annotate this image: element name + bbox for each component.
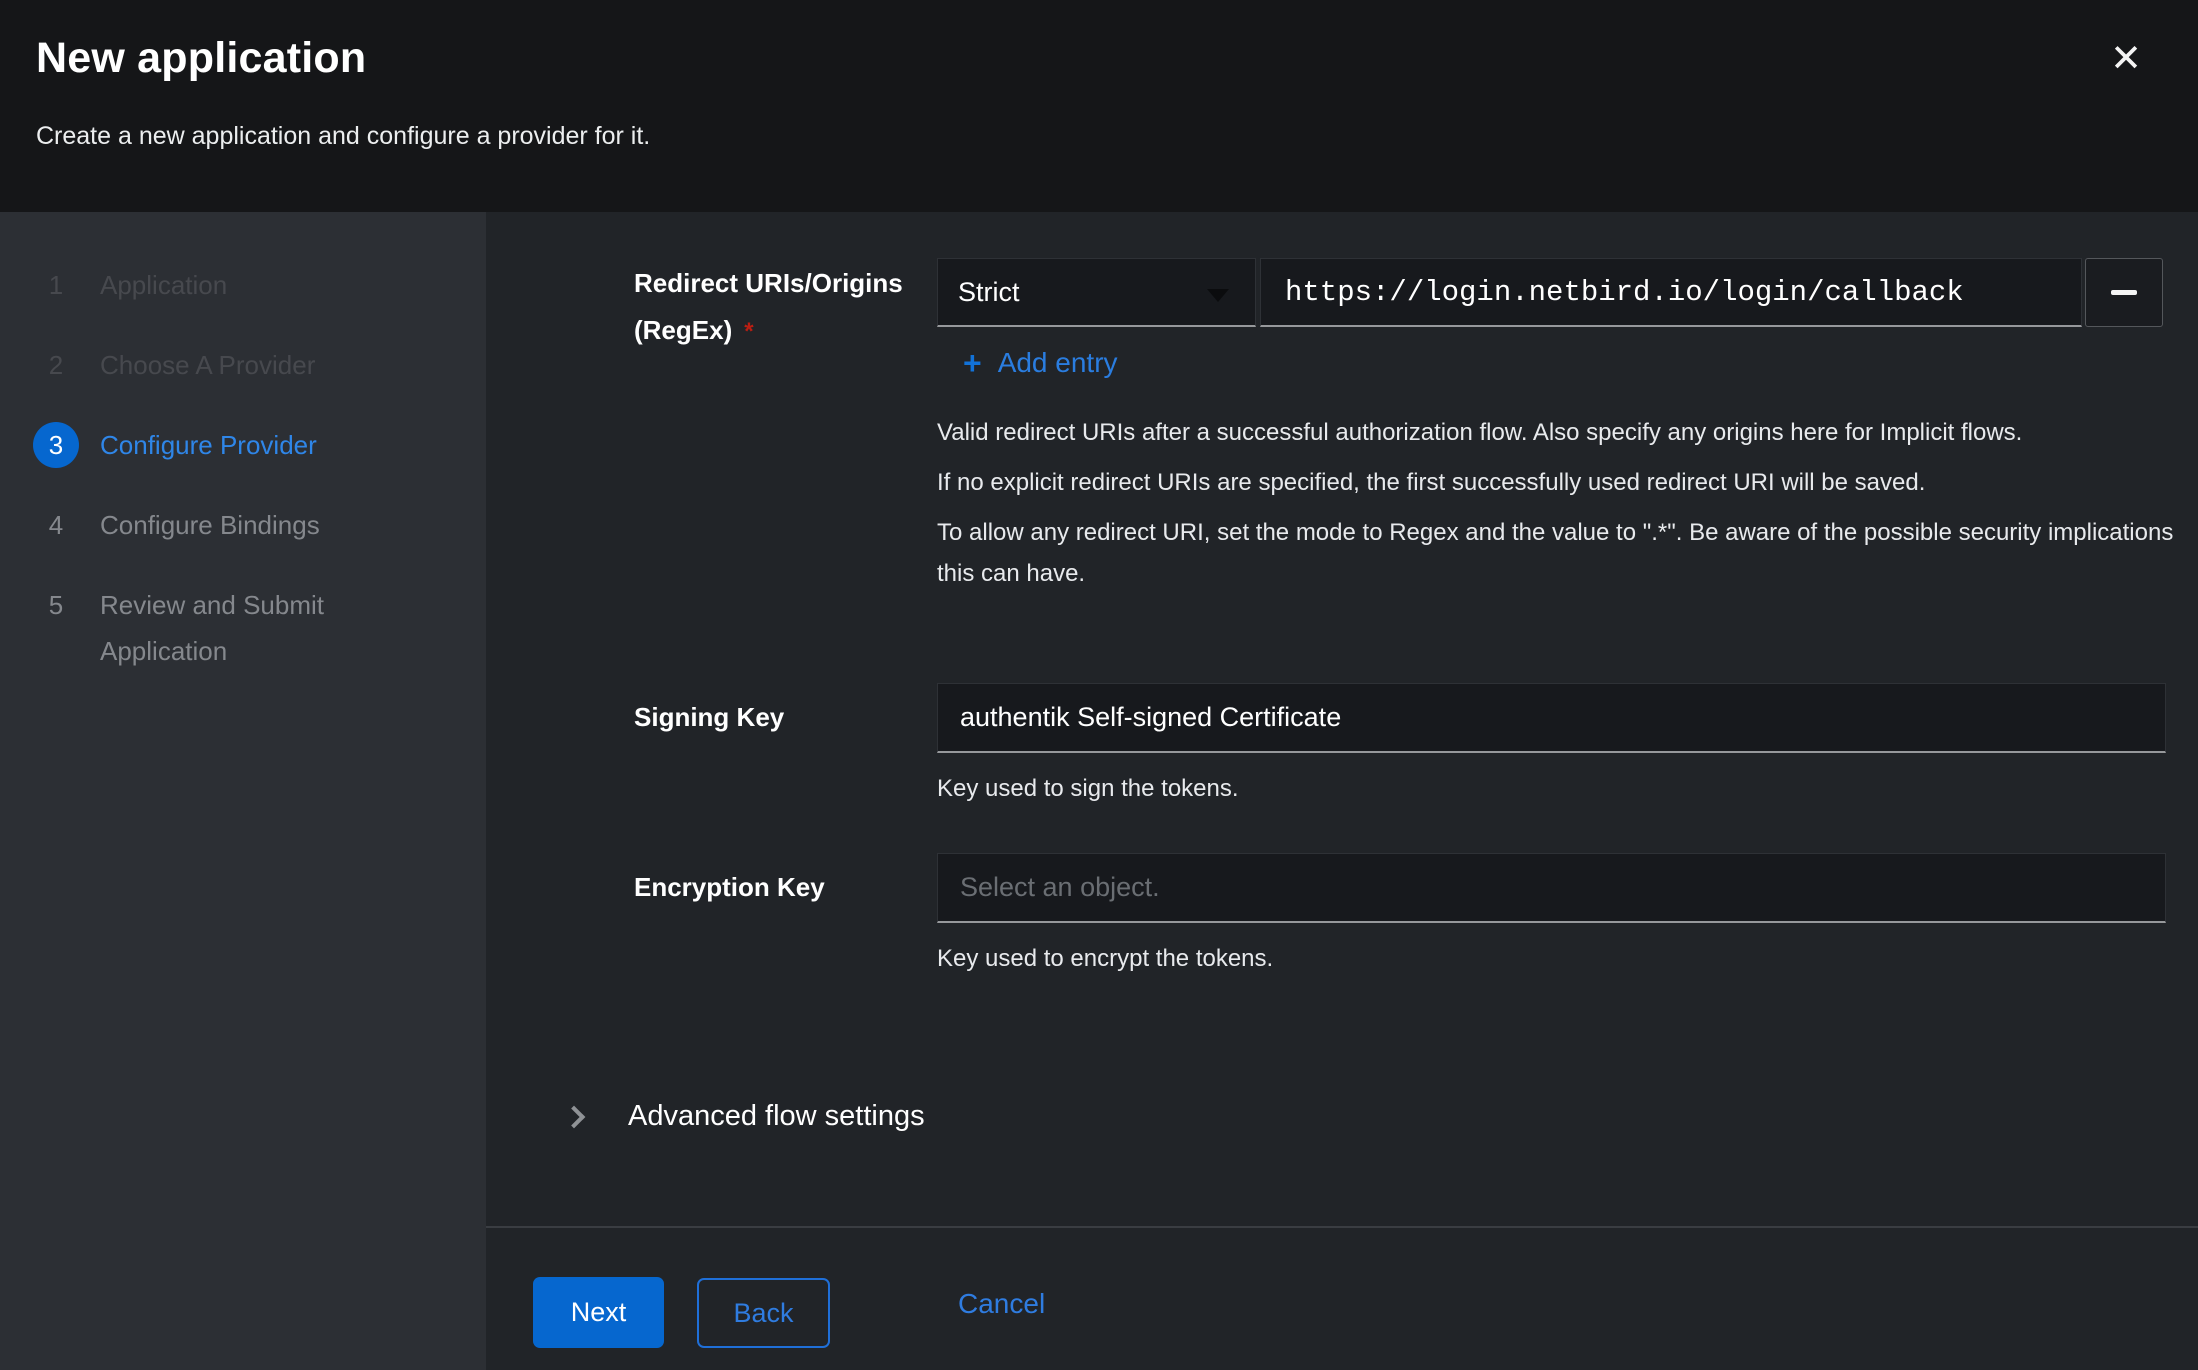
step-application[interactable]: 1 Application xyxy=(0,262,486,308)
step-label: Configure Provider xyxy=(100,422,317,468)
redirect-help-text: Valid redirect URIs after a successful a… xyxy=(937,412,2185,603)
next-button[interactable]: Next xyxy=(533,1277,664,1348)
chevron-right-icon xyxy=(563,1105,586,1128)
step-number: 5 xyxy=(49,582,63,628)
step-label: Review and Submit Application xyxy=(100,582,386,674)
signing-key-select[interactable] xyxy=(937,683,2166,753)
step-configure-provider[interactable]: 3 Configure Provider xyxy=(0,422,486,468)
redirect-mode-value: Strict xyxy=(958,277,1020,308)
step-choose-provider[interactable]: 2 Choose A Provider xyxy=(0,342,486,388)
encryption-key-select[interactable] xyxy=(937,853,2166,923)
step-review-submit[interactable]: 5 Review and Submit Application xyxy=(0,582,486,674)
step-number-active-badge: 3 xyxy=(33,422,79,468)
footer-divider xyxy=(486,1226,2198,1228)
signing-key-label: Signing Key xyxy=(634,694,784,741)
new-application-modal: New application Create a new application… xyxy=(0,0,2198,1370)
encryption-key-help: Key used to encrypt the tokens. xyxy=(937,938,1273,979)
step-label: Application xyxy=(100,262,227,308)
modal-header: New application Create a new application… xyxy=(0,0,2198,212)
cancel-button[interactable]: Cancel xyxy=(958,1288,1045,1320)
close-icon: ✕ xyxy=(2110,36,2142,80)
redirect-mode-select[interactable]: Strict xyxy=(937,258,1256,327)
advanced-flow-settings-expander[interactable]: Advanced flow settings xyxy=(566,1100,925,1133)
minus-icon xyxy=(2111,290,2137,295)
step-label: Choose A Provider xyxy=(100,342,315,388)
close-button[interactable]: ✕ xyxy=(2096,28,2156,88)
modal-subtitle: Create a new application and configure a… xyxy=(36,122,650,151)
caret-down-icon xyxy=(1207,289,1229,302)
step-label: Configure Bindings xyxy=(100,502,320,548)
signing-key-help: Key used to sign the tokens. xyxy=(937,768,1239,809)
wizard-steps-nav: 1 Application 2 Choose A Provider 3 Conf… xyxy=(0,212,486,1370)
add-entry-button[interactable]: + Add entry xyxy=(963,347,1118,379)
remove-entry-button[interactable] xyxy=(2085,258,2163,327)
back-button[interactable]: Back xyxy=(697,1278,830,1348)
add-entry-label: Add entry xyxy=(998,347,1118,379)
required-asterisk: * xyxy=(744,318,753,345)
plus-icon: + xyxy=(963,348,982,378)
redirect-uri-input[interactable] xyxy=(1260,258,2082,327)
encryption-key-label: Encryption Key xyxy=(634,864,825,911)
advanced-flow-settings-label: Advanced flow settings xyxy=(628,1100,925,1133)
page-title: New application xyxy=(36,34,366,83)
step-number: 4 xyxy=(49,502,63,548)
step-number: 2 xyxy=(49,342,63,388)
step-configure-bindings[interactable]: 4 Configure Bindings xyxy=(0,502,486,548)
step-number: 1 xyxy=(49,262,63,308)
steps-list: 1 Application 2 Choose A Provider 3 Conf… xyxy=(0,212,486,674)
redirect-uris-label: Redirect URIs/Origins (RegEx)* xyxy=(634,260,903,355)
